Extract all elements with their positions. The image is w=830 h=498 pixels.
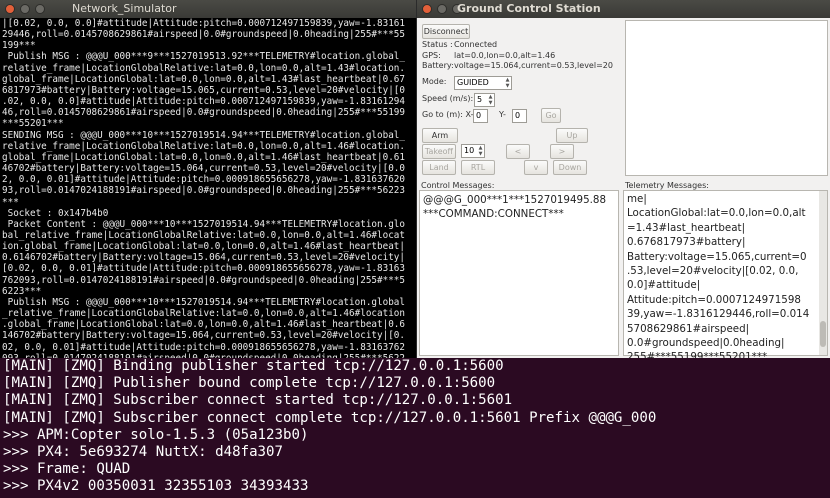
speed-label: Speed (m/s): <box>422 94 474 103</box>
minimize-icon[interactable] <box>437 4 447 14</box>
control-messages-text: @@@G_000***1***1527019495.88 ***COMMAND:… <box>423 194 607 221</box>
v-button[interactable]: v <box>524 160 548 175</box>
ground-control-station-window: Ground Control Station Disconnect Status… <box>416 0 830 358</box>
simulator-line: relative_frame|LocationGlobalRelative:la… <box>2 140 405 152</box>
gps-label: GPS: <box>422 51 441 60</box>
takeoff-altitude-value: 10 <box>464 146 475 155</box>
simulator-line: |[0.02, 0.0, 0.0]#attitude|Attitude:pitc… <box>2 18 405 29</box>
simulator-line: 6817973#battery|Battery:voltage=15.065,c… <box>2 84 405 96</box>
terminal-line: [MAIN] [ZMQ] Binding publisher started t… <box>3 358 504 374</box>
terminal-line: [MAIN] [ZMQ] Subscriber connect started … <box>3 392 513 409</box>
battery-label: Battery: <box>422 61 454 70</box>
simulator-line: 93,roll=0.0147024188191#airspeed|0.0#gro… <box>2 185 405 197</box>
simulator-line: Socket : 0x147b4b0 <box>2 207 109 219</box>
simulator-line: .02, 0.0, 0.0]#attitude|Attitude:pitch=0… <box>2 96 405 108</box>
simulator-line: .global_frame|LocationGlobal:lat=0.0,lon… <box>2 319 405 331</box>
maximize-icon[interactable] <box>35 4 45 14</box>
simulator-title: Network_Simulator <box>72 2 177 15</box>
telemetry-messages-text: me| LocationGlobal:lat=0.0,lon=0.0,alt =… <box>627 193 810 358</box>
takeoff-button[interactable]: Takeoff <box>422 144 456 159</box>
terminal-line: >>> PX4: 5e693274 NuttX: d48fa307 <box>3 444 284 461</box>
simulator-line: relative_frame|LocationGlobalRelative:la… <box>2 62 405 74</box>
goto-x-input[interactable]: 0 <box>473 109 488 123</box>
simulator-line: ***55201*** <box>2 118 64 130</box>
simulator-line: 146702#battery|Battery:voltage=15.064,cu… <box>2 330 405 342</box>
terminal-line: >>> Frame: QUAD <box>3 461 131 478</box>
simulator-line: *** <box>2 196 19 208</box>
simulator-line: 46,roll=0.0145708629861#airspeed|0.0#gro… <box>2 107 405 119</box>
mode-value: GUIDED <box>457 78 489 87</box>
right-button[interactable]: > <box>550 144 574 159</box>
telemetry-messages-label: Telemetry Messages: <box>625 181 709 190</box>
mode-select[interactable]: GUIDED ▲ ▼ <box>454 76 512 90</box>
mode-label: Mode: <box>422 77 447 86</box>
takeoff-altitude-spinbox[interactable]: 10 ▲ ▼ <box>461 144 485 158</box>
simulator-line: bal_relative_frame|LocationGlobalRelativ… <box>2 229 405 241</box>
arm-button[interactable]: Arm <box>422 128 458 143</box>
terminal-output: [MAIN] [ZMQ] Binding publisher started t… <box>0 358 830 496</box>
status-label: Status : <box>422 40 453 49</box>
status-value: Connected <box>454 40 498 49</box>
goto-label: Go to (m): X- <box>422 110 474 119</box>
simulator-line: global_frame|LocationGlobal:lat=0.0,lon=… <box>2 151 405 163</box>
simulator-line: 762093,roll=0.0147024188191#airspeed|0.0… <box>2 274 405 286</box>
simulator-line: SENDING MSG : @@@U_000***10***1527019514… <box>2 129 405 141</box>
select-arrows-icon: ▲ ▼ <box>505 77 510 89</box>
speed-value: 5 <box>477 95 483 104</box>
network-simulator-window: Network_Simulator |[0.02, 0.0, 0.0]#atti… <box>0 0 416 358</box>
left-button[interactable]: < <box>506 144 530 159</box>
down-button[interactable]: Down <box>553 160 587 175</box>
spinner-arrows-icon: ▲ ▼ <box>488 94 493 106</box>
simulator-line: 02, 0.0, 0.01]#attitude|Attitude:pitch=0… <box>2 341 405 353</box>
simulator-output: |[0.02, 0.0, 0.0]#attitude|Attitude:pitc… <box>0 18 416 358</box>
close-icon[interactable] <box>5 4 15 14</box>
control-messages-label: Control Messages: <box>421 181 495 190</box>
terminal-line: >>> APM:Copter solo-1.5.3 (05a123b0) <box>3 426 309 443</box>
simulator-line: [0.02, 0.0, 0.01]#attitude|Attitude:pitc… <box>2 263 405 275</box>
gps-value: lat=0.0,lon=0.0,alt=1.46 <box>454 51 556 60</box>
speed-spinbox[interactable]: 5 ▲ ▼ <box>474 93 495 107</box>
telemetry-scrollbar[interactable] <box>819 191 827 355</box>
land-button[interactable]: Land <box>422 160 456 175</box>
terminal-window: [MAIN] [ZMQ] Binding publisher started t… <box>0 358 830 498</box>
terminal-line: [MAIN] [ZMQ] Publisher bound complete tc… <box>3 375 496 392</box>
telemetry-messages-pane[interactable]: me| LocationGlobal:lat=0.0,lon=0.0,alt =… <box>623 190 828 358</box>
simulator-line: _relative_frame|LocationGlobalRelative:l… <box>2 308 405 320</box>
battery-value: voltage=15.064,current=0.53,level=20 <box>454 61 613 70</box>
simulator-line: 199*** <box>2 40 36 52</box>
up-button[interactable]: Up <box>556 128 588 143</box>
simulator-line: Publish MSG : @@@U_000***9***1527019513.… <box>2 51 405 63</box>
simulator-line: 2, 0.0, 0.01]#attitude|Attitude:pitch=0.… <box>2 174 405 186</box>
goto-y-input[interactable]: 0 <box>512 109 527 123</box>
disconnect-button[interactable]: Disconnect <box>422 24 470 39</box>
simulator-line: 46702#battery|Battery:voltage=15.064,cur… <box>2 163 405 175</box>
control-messages-pane[interactable]: @@@G_000***1***1527019495.88 ***COMMAND:… <box>419 190 619 356</box>
rtl-button[interactable]: RTL <box>461 160 495 175</box>
simulator-line: Packet Content : @@@U_000***10***1527019… <box>2 218 405 230</box>
simulator-line: 0.6146702#battery|Battery:voltage=15.064… <box>2 252 405 264</box>
go-button[interactable]: Go <box>541 108 561 123</box>
goto-y-label: Y- <box>499 110 506 119</box>
terminal-line: >>> PX4v2 00350031 32355103 34393433 <box>3 478 309 495</box>
close-icon[interactable] <box>422 4 432 14</box>
gcs-title: Ground Control Station <box>457 2 601 15</box>
spinner-arrows-icon: ▲ ▼ <box>478 145 483 157</box>
video-pane <box>625 20 828 176</box>
minimize-icon[interactable] <box>20 4 30 14</box>
terminal-line: [MAIN] [ZMQ] Subscriber connect complete… <box>3 409 657 426</box>
gcs-titlebar[interactable]: Ground Control Station <box>417 0 830 18</box>
scrollbar-thumb[interactable] <box>820 321 826 347</box>
simulator-line: global_frame|LocationGlobal:lat=0.0,lon=… <box>2 73 405 85</box>
simulator-titlebar[interactable]: Network_Simulator <box>0 0 416 18</box>
simulator-line: 6223*** <box>2 285 42 297</box>
simulator-line: 29446,roll=0.0145708629861#airspeed|0.0#… <box>2 29 405 41</box>
simulator-line: ion.global_frame|LocationGlobal:lat=0.0,… <box>2 241 405 253</box>
simulator-line: Publish MSG : @@@U_000***10***1527019514… <box>2 296 405 308</box>
